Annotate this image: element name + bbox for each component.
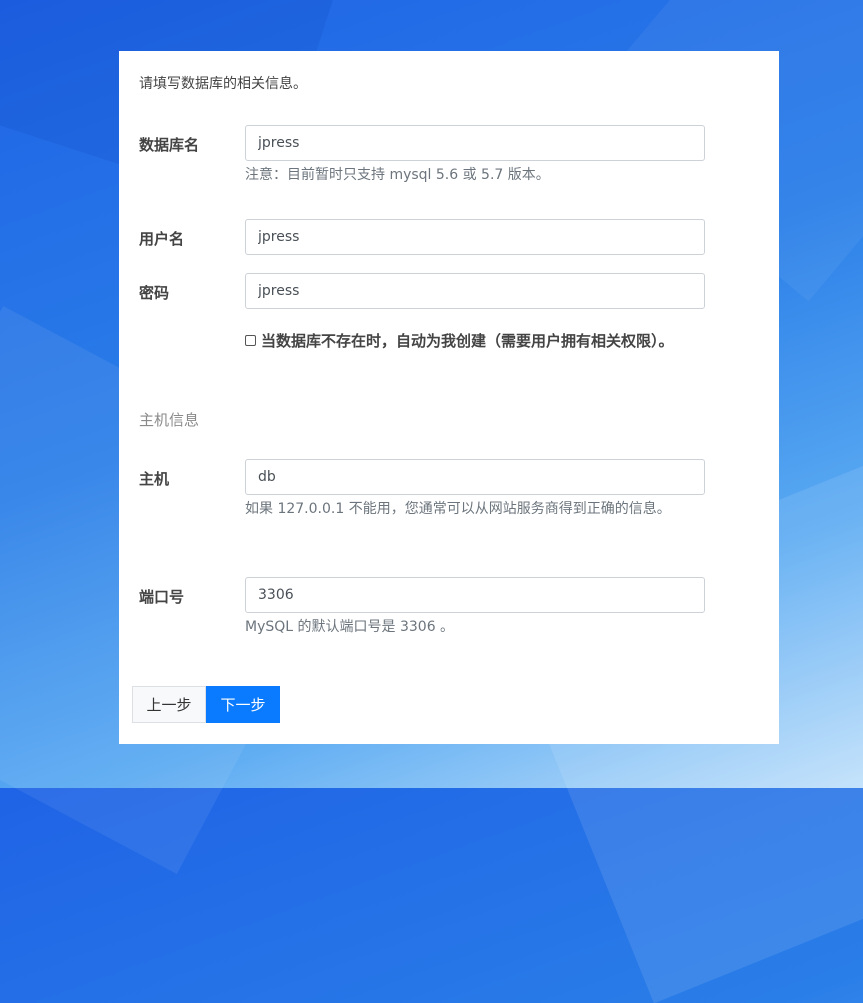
db-user-label: 用户名 (139, 230, 185, 248)
db-name-input[interactable] (245, 125, 705, 161)
host-section-title: 主机信息 (139, 411, 200, 429)
db-host-input[interactable] (245, 459, 705, 495)
prev-step-button[interactable]: 上一步 (132, 686, 206, 723)
db-port-label: 端口号 (139, 588, 185, 606)
db-host-label: 主机 (139, 470, 170, 488)
db-password-input[interactable] (245, 273, 705, 309)
next-step-button[interactable]: 下一步 (206, 686, 280, 723)
auto-create-checkbox[interactable] (245, 335, 256, 346)
db-name-help: 注意：目前暂时只支持 mysql 5.6 或 5.7 版本。 (245, 167, 550, 183)
form-intro: 请填写数据库的相关信息。 (139, 76, 307, 92)
db-user-input[interactable] (245, 219, 705, 255)
db-port-help: MySQL 的默认端口号是 3306 。 (245, 619, 455, 635)
db-password-label: 密码 (139, 284, 170, 302)
db-name-label: 数据库名 (139, 136, 200, 154)
db-port-input[interactable] (245, 577, 705, 613)
install-form-panel: 请填写数据库的相关信息。 数据库名 注意：目前暂时只支持 mysql 5.6 或… (119, 51, 779, 744)
db-host-help: 如果 127.0.0.1 不能用，您通常可以从网站服务商得到正确的信息。 (245, 501, 671, 517)
auto-create-option[interactable]: 当数据库不存在时，自动为我创建（需要用户拥有相关权限）。 (245, 330, 674, 351)
auto-create-label: 当数据库不存在时，自动为我创建（需要用户拥有相关权限）。 (261, 332, 674, 350)
